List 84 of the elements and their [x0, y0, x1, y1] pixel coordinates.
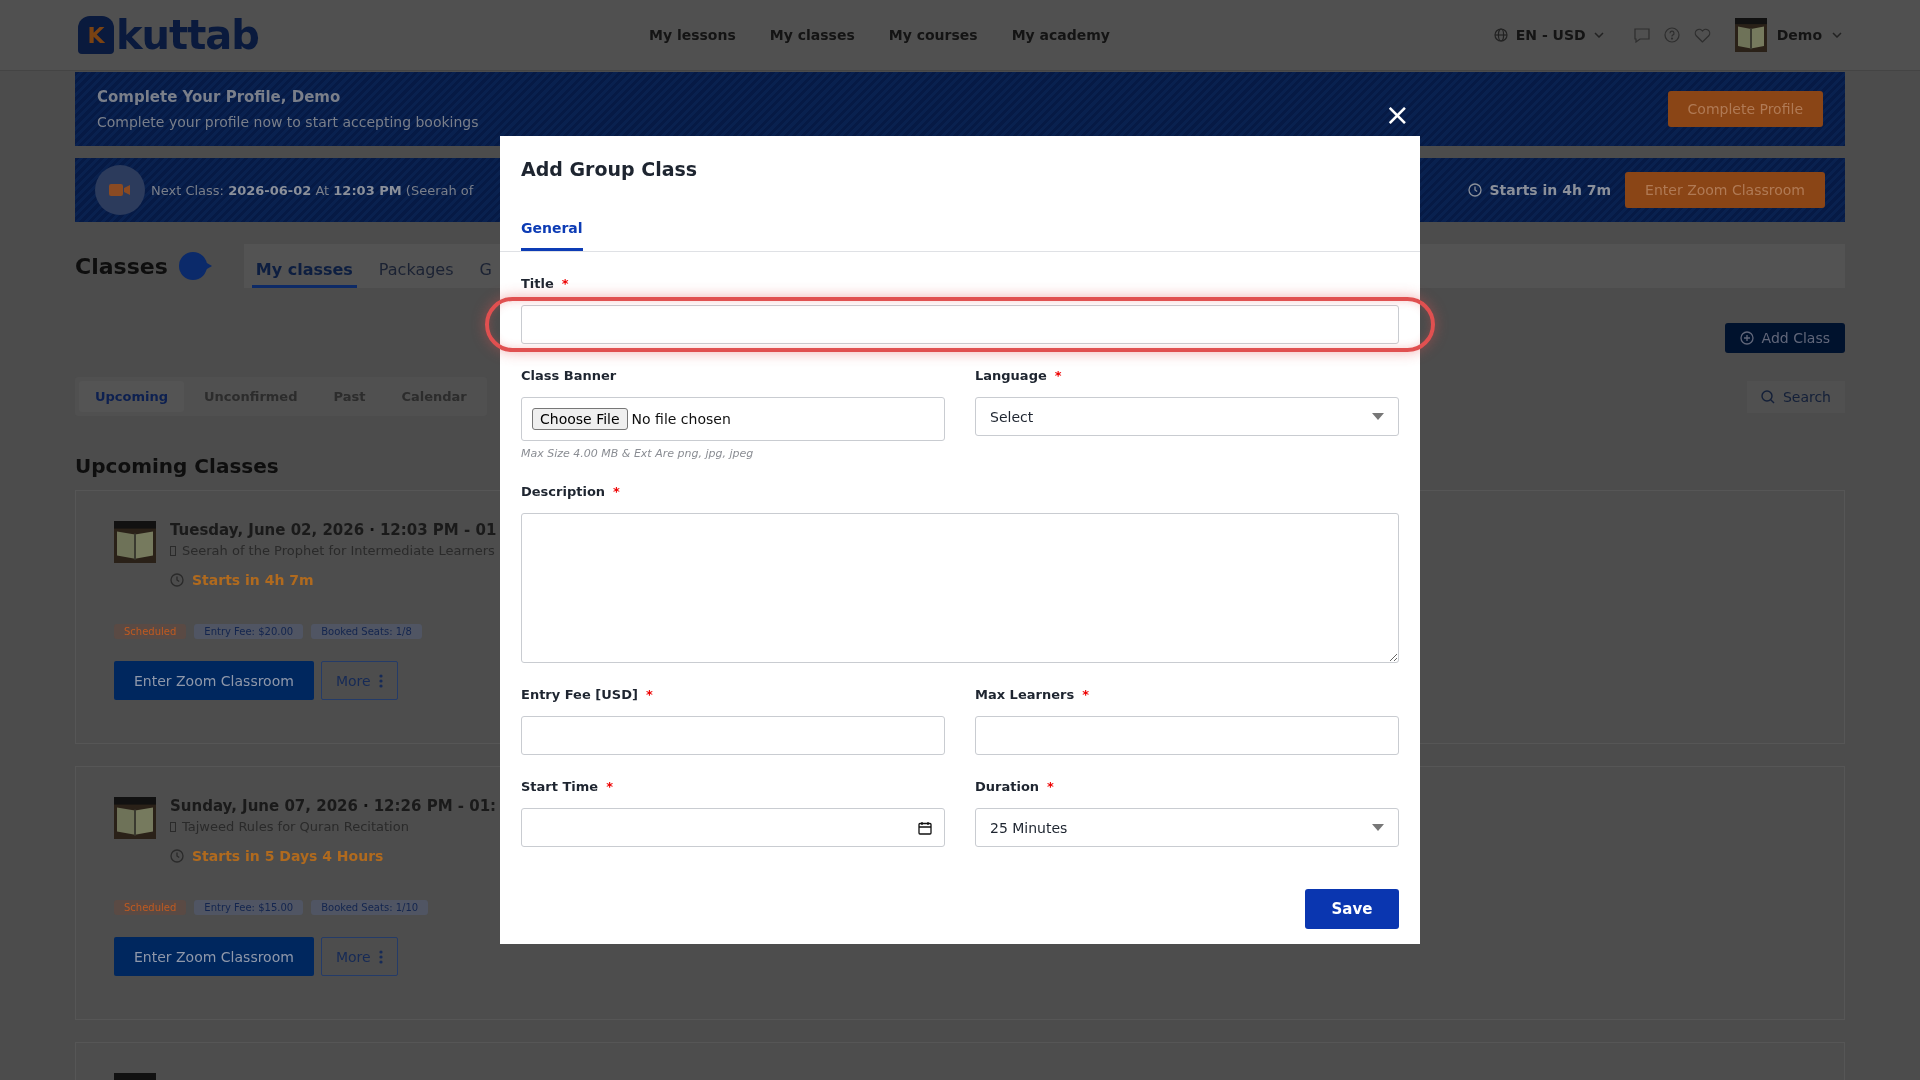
camera-icon — [95, 165, 145, 215]
field-label: Class Banner — [521, 368, 617, 383]
select-value: 25 Minutes — [990, 819, 1068, 836]
nav-link[interactable]: My lessons — [648, 27, 736, 43]
status-badge: Scheduled — [114, 624, 187, 639]
required-mark: * — [645, 687, 653, 702]
clock-icon — [170, 849, 184, 863]
caret-icon — [1372, 413, 1384, 420]
countdown-text: Starts in 4h 7m — [192, 572, 314, 588]
page-title: Classes — [75, 253, 168, 279]
chevron-down-icon — [1593, 32, 1604, 38]
field-label: Entry Fee [USD] — [521, 687, 638, 702]
calendar-icon — [918, 820, 932, 835]
separator-dot: · — [369, 521, 375, 539]
modal-title: Add Group Class — [520, 157, 699, 180]
enter-classroom-button[interactable]: Enter Zoom Classroom — [114, 937, 314, 976]
enter-classroom-button[interactable]: Enter Zoom Classroom — [114, 661, 314, 700]
required-mark: * — [1054, 368, 1062, 383]
text-field[interactable] — [521, 716, 945, 755]
plus-circle-icon — [1739, 331, 1754, 345]
clock-icon — [170, 573, 184, 587]
select-field[interactable]: 25 Minutes — [975, 808, 1399, 847]
nav-link[interactable]: My academy — [1011, 27, 1110, 43]
chat-icon — [1633, 27, 1650, 43]
search-icon — [1760, 389, 1775, 404]
countdown-text: Starts in 4h 7m — [1489, 182, 1612, 198]
globe-icon — [1493, 28, 1508, 42]
select-value: Select — [990, 408, 1034, 425]
locale-selector[interactable]: EN - USD — [1515, 27, 1586, 43]
info-badge: Entry Fee: $20.00 — [194, 624, 304, 639]
complete-profile-button[interactable]: Complete Profile — [1667, 91, 1823, 127]
date-field[interactable] — [521, 808, 945, 847]
info-badge: Booked Seats: 1/10 — [311, 900, 429, 915]
required-mark: * — [1082, 687, 1089, 702]
nav-link[interactable]: My classes — [769, 27, 855, 43]
search-button[interactable]: Search — [1746, 380, 1845, 413]
kebab-icon — [378, 949, 383, 964]
logo-text: kuttab — [116, 12, 259, 58]
field-label: Language — [975, 368, 1047, 383]
glyph-icon — [170, 821, 176, 832]
required-mark: * — [1047, 779, 1054, 794]
filter-tab[interactable]: Upcoming — [79, 381, 185, 412]
countdown-text: Starts in 5 Days 4 Hours — [192, 848, 384, 864]
chevron-down-icon — [1832, 32, 1842, 38]
info-badge: Booked Seats: 1/8 — [311, 624, 422, 639]
help-icon — [1663, 27, 1680, 43]
clock-icon — [1467, 183, 1482, 197]
tab[interactable]: G — [475, 244, 496, 288]
required-mark: * — [613, 484, 620, 499]
tab[interactable]: Packages — [374, 244, 458, 288]
banner-text: Complete your profile now to start accepting bookings — [97, 114, 479, 130]
field-label: Description — [521, 484, 606, 499]
file-name: No file chosen — [631, 411, 731, 427]
field-label: Start Time — [521, 779, 599, 794]
field-label: Duration — [975, 779, 1040, 794]
select-field[interactable]: Select — [975, 397, 1399, 436]
add-class-button[interactable]: Add Class — [1724, 323, 1845, 353]
field-label: Title — [521, 276, 554, 291]
required-mark: * — [561, 276, 569, 291]
heart-icon — [1693, 27, 1711, 43]
logo-icon: K — [78, 16, 114, 54]
user-name[interactable]: Demo — [1776, 27, 1822, 43]
required-mark: * — [606, 779, 613, 794]
choose-file-button[interactable]: Choose File — [532, 408, 628, 430]
separator-dot: · — [362, 797, 369, 815]
field-hint: Max Size 4.00 MB & Ext Are png, jpg, jpeg — [521, 447, 755, 460]
field-label: Max Learners — [975, 687, 1075, 702]
nav-link[interactable]: My courses — [888, 27, 978, 43]
section-title: Upcoming Classes — [75, 454, 279, 478]
info-badge: Entry Fee: $15.00 — [194, 900, 304, 915]
banner-title: Complete Your Profile, Demo — [97, 88, 342, 106]
enter-classroom-button[interactable]: Enter Zoom Classroom — [1625, 172, 1825, 208]
text-field[interactable] — [975, 716, 1399, 755]
tab[interactable]: General — [521, 220, 583, 251]
close-button[interactable]: × — [1384, 100, 1410, 130]
caret-icon — [1372, 824, 1384, 831]
glyph-icon — [170, 545, 176, 556]
kebab-icon — [378, 673, 383, 688]
save-button[interactable]: Save — [1305, 889, 1399, 929]
description-field[interactable] — [521, 513, 1399, 663]
tab[interactable]: My classes — [251, 244, 357, 288]
text-field[interactable] — [521, 305, 1399, 344]
status-badge: Scheduled — [114, 900, 187, 915]
next-class-text: Next Class: 2026-06-02 At 12:03 PM (Seerah of — [151, 182, 474, 198]
